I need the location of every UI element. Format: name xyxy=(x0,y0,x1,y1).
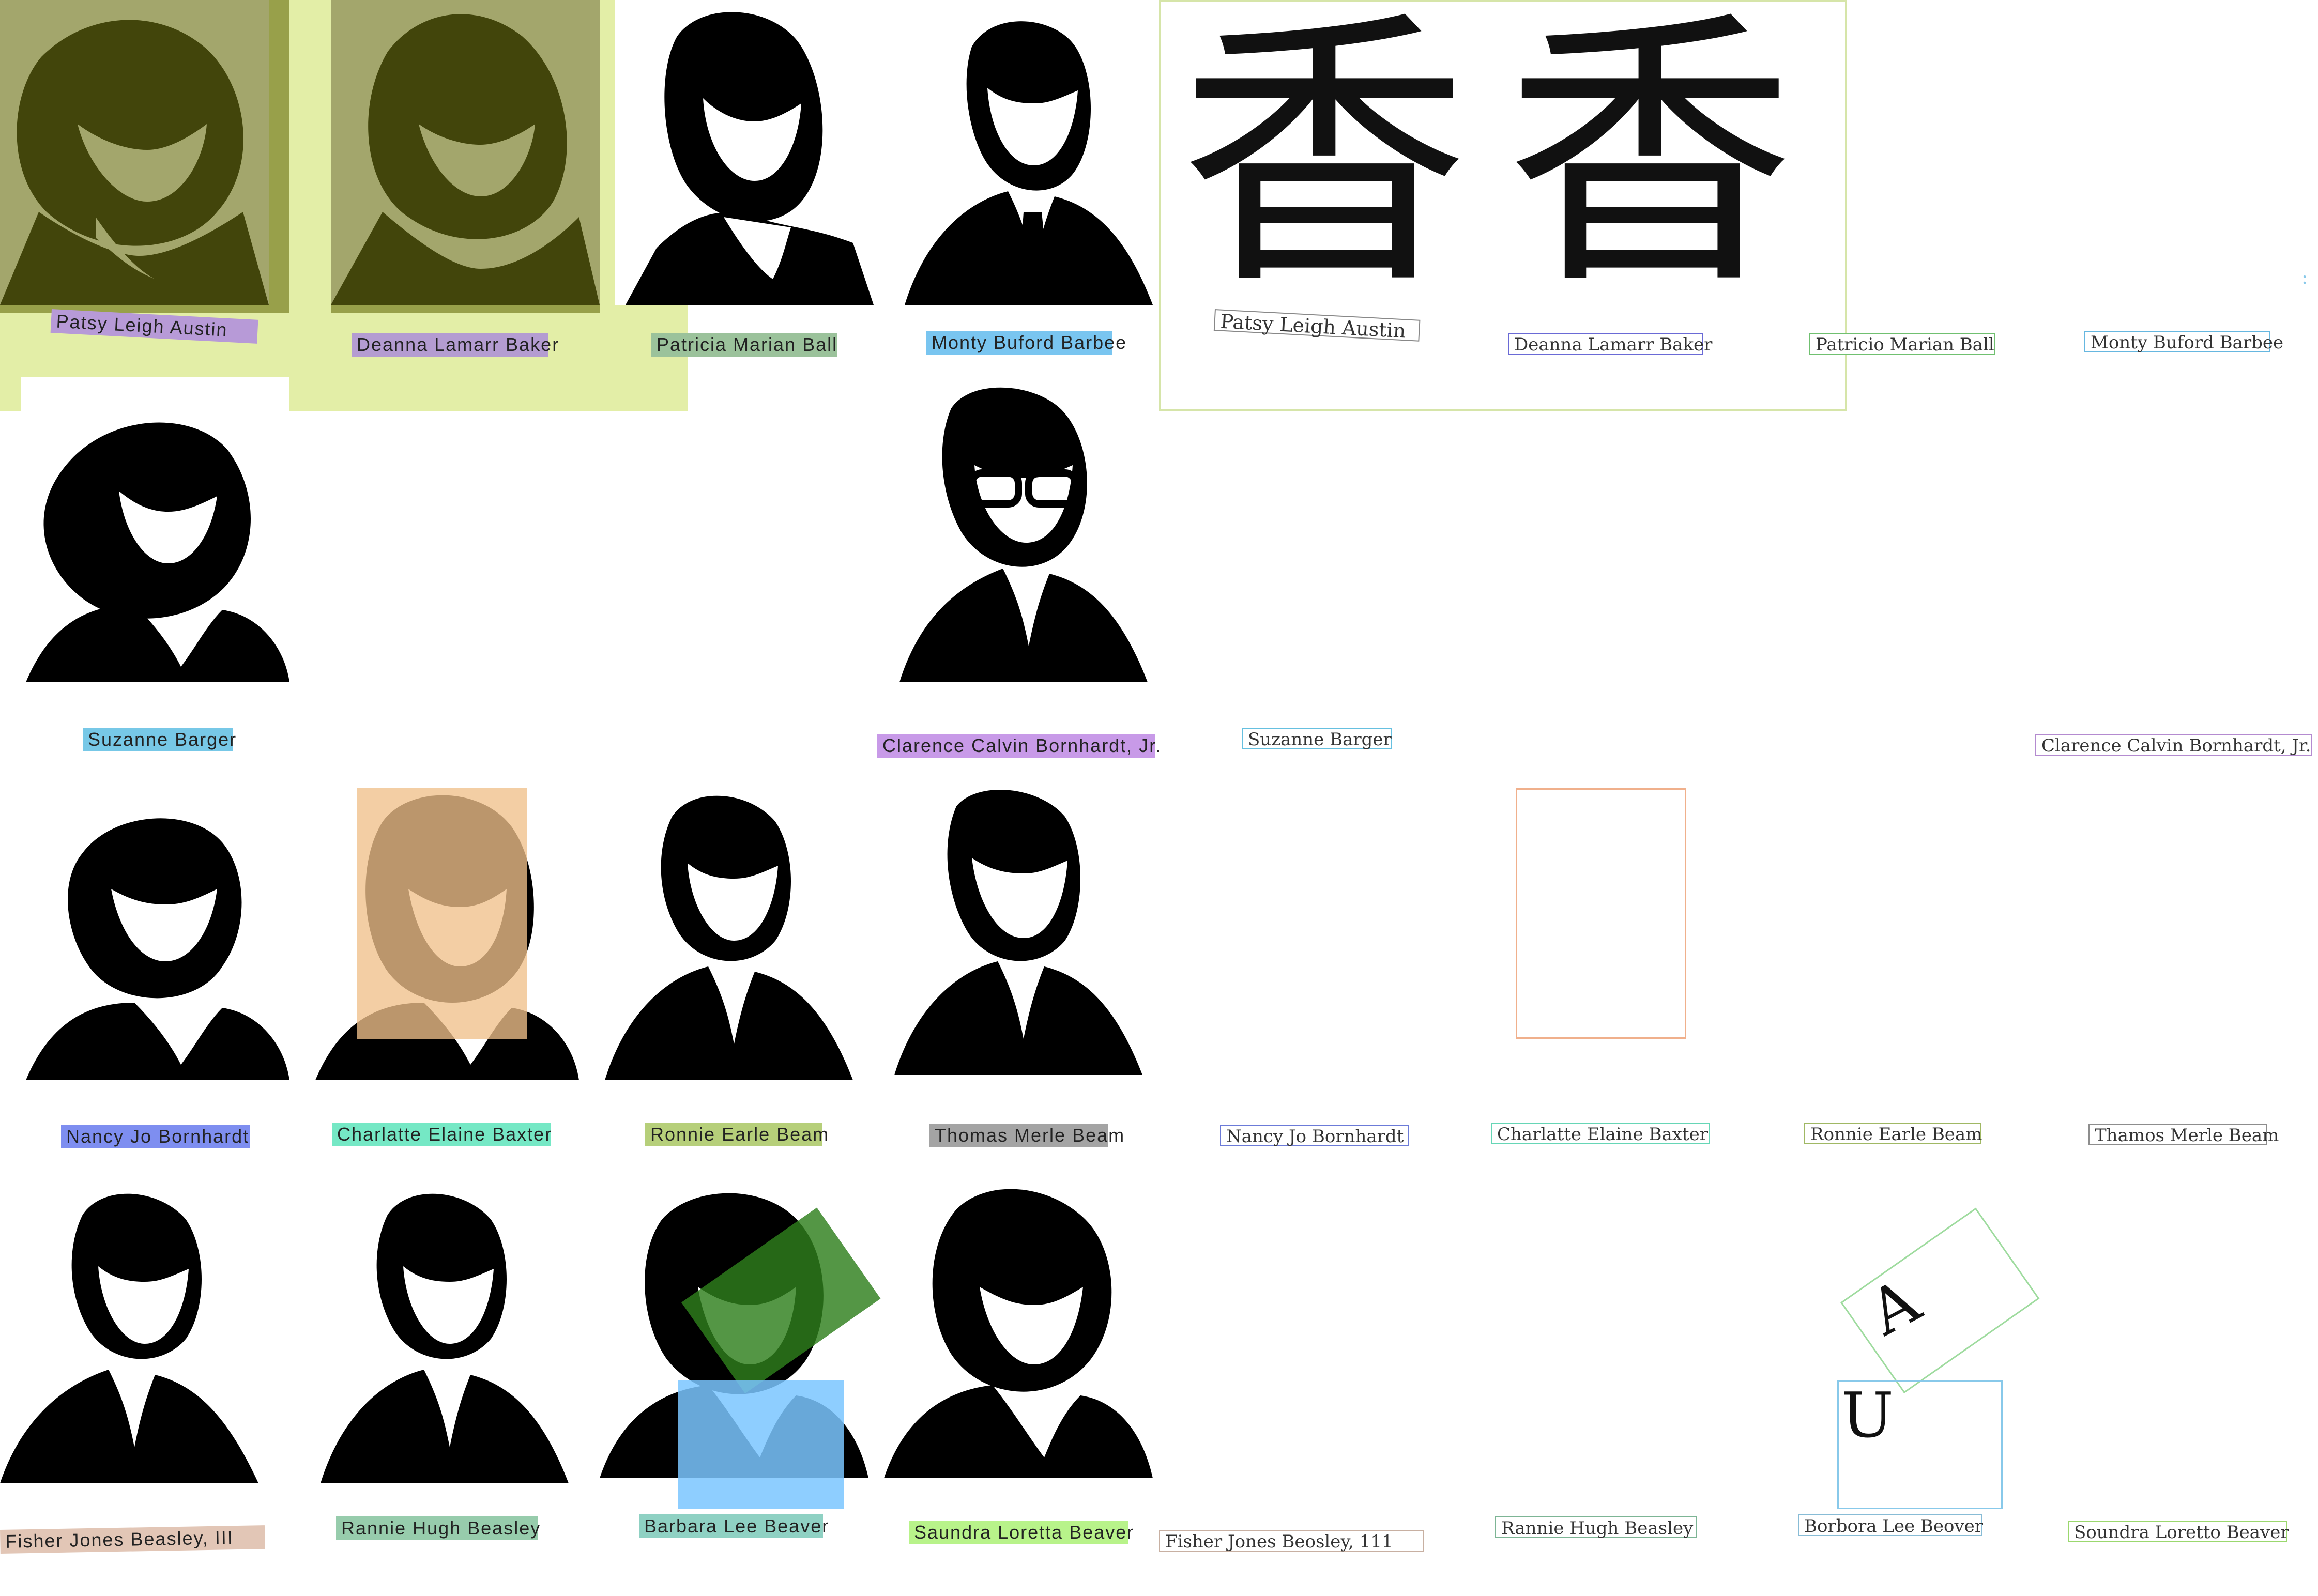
collage-canvas: Patsy Leigh Austin Deanna Lamarr Baker P… xyxy=(0,0,2318,1596)
right-panel-annotations: 香 香 Patsy Leigh Austin Deanna Lamarr Bak… xyxy=(1159,0,2318,1596)
label-left-ball: Patricia Marian Ball xyxy=(651,333,837,357)
orange-tint-baxter xyxy=(357,788,527,1039)
label-left-baxter: Charlatte Elaine Baxter xyxy=(332,1123,551,1146)
portrait-patricia-marian-ball xyxy=(615,0,884,305)
portrait-ronnie-earle-beam xyxy=(594,775,863,1080)
label-left-nancy-bornhardt: Nancy Jo Bornhardt xyxy=(61,1125,250,1148)
letter-u-mark: U xyxy=(1841,1380,1894,1452)
label-right-fisher: Fisher Jones Beosley, 111 xyxy=(1159,1530,1424,1552)
label-left-thomas-beam: Thomas Merle Beam xyxy=(929,1124,1124,1147)
portrait-nancy-jo-bornhardt xyxy=(21,775,289,1080)
label-right-rannie: Rannie Hugh Beasley xyxy=(1495,1516,1697,1539)
olive-tint-austin xyxy=(0,0,289,313)
portrait-suzanne-barger xyxy=(21,377,289,682)
label-right-barbara: Borbora Lee Beover xyxy=(1798,1514,1983,1537)
label-left-baker: Deanna Lamarr Baker xyxy=(352,333,558,357)
label-right-baker: Deanna Lamarr Baker xyxy=(1508,333,1712,355)
label-left-barbee: Monty Buford Barbee xyxy=(926,331,1126,355)
label-left-barbara: Barbara Lee Beaver xyxy=(639,1514,828,1538)
label-right-barger: Suzanne Barger xyxy=(1242,728,1392,750)
label-left-rannie: Rannie Hugh Beasley xyxy=(336,1516,540,1540)
han-character-2: 香 xyxy=(1505,0,1795,324)
label-left-bornhardt-jr: Clarence Calvin Bornhardt, Jr. xyxy=(877,734,1159,758)
label-right-saundra: Soundra Loretto Beaver xyxy=(2068,1521,2289,1543)
left-panel-photos: Patsy Leigh Austin Deanna Lamarr Baker P… xyxy=(0,0,1159,1596)
label-right-ronnie-beam: Ronnie Earle Beam xyxy=(1804,1123,1982,1145)
label-right-ball: Patricio Marian Ball xyxy=(1809,333,1995,355)
han-character-1: 香 xyxy=(1180,0,1469,324)
portrait-thomas-merle-beam xyxy=(884,770,1153,1075)
label-left-saundra: Saundra Loretta Beaver xyxy=(909,1521,1133,1544)
small-mark: : xyxy=(2301,267,2308,288)
portrait-clarence-calvin-bornhardt xyxy=(889,377,1158,682)
portrait-rannie-hugh-beasley xyxy=(310,1178,579,1483)
label-left-barger: Suzanne Barger xyxy=(83,728,236,751)
portrait-fisher-jones-beasley xyxy=(0,1178,269,1483)
label-right-bornhardt-jr: Clarence Calvin Bornhardt, Jr. xyxy=(2035,734,2312,756)
label-right-barbee: Monty Buford Barbee xyxy=(2084,331,2283,353)
label-right-nancy-bornhardt: Nancy Jo Bornhardt xyxy=(1220,1125,1409,1147)
blue-tint-box xyxy=(678,1380,844,1509)
portrait-saundra-loretta-beaver xyxy=(884,1173,1153,1478)
label-right-thomas-beam: Thamos Merle Beam xyxy=(2088,1124,2279,1146)
label-right-baxter: Charlatte Elaine Baxter xyxy=(1491,1123,1710,1145)
portrait-monty-buford-barbee xyxy=(894,0,1159,305)
olive-tint-baker xyxy=(331,0,600,313)
label-left-fisher: Fisher Jones Beasley, III xyxy=(0,1525,265,1554)
label-left-ronnie-beam: Ronnie Earle Beam xyxy=(645,1123,828,1146)
orange-box-border xyxy=(1516,788,1686,1039)
